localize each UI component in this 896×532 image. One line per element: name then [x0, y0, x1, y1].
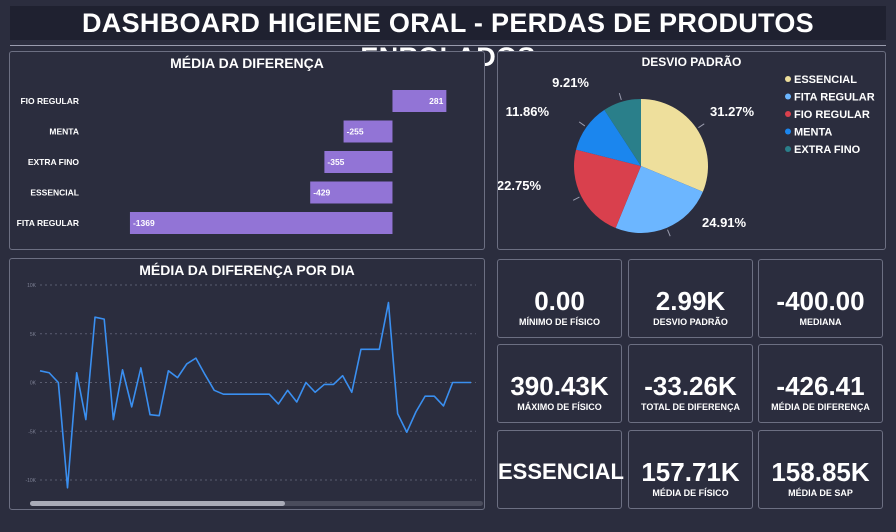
legend-marker [785, 146, 791, 152]
legend-label: MENTA [794, 127, 832, 139]
kpi-label: DESVIO PADRÃO [653, 317, 728, 327]
kpi-label: MÉDIA DE DIFERENÇA [771, 402, 870, 412]
y-tick-label: 5K [30, 332, 37, 338]
legend-marker [785, 128, 791, 135]
data-label: -1369 [133, 218, 155, 228]
kpi-label: MÁXIMO DE FÍSICO [517, 402, 602, 412]
kpi-label: MEDIANA [799, 317, 842, 327]
leader-line [572, 196, 580, 201]
slice-label: 31.27% [710, 104, 755, 119]
kpi-card-media-sap: 158.85K MÉDIA DE SAP [758, 430, 883, 509]
slice-label: 22.75% [498, 178, 541, 193]
y-tick-label: 0K [30, 381, 37, 387]
bar [129, 212, 393, 234]
data-label: -355 [327, 157, 344, 167]
y-tick-label: -5K [28, 429, 36, 435]
kpi-value: 2.99K [655, 286, 726, 316]
category-label: FITA REGULAR [17, 218, 79, 228]
leader-line [667, 229, 671, 237]
kpi-card-produto: ESSENCIAL [497, 430, 624, 509]
series-line [39, 301, 471, 489]
kpi-value: -400.00 [776, 286, 865, 316]
legend-label: FITA REGULAR [794, 92, 875, 104]
y-tick-label: -10K [25, 478, 36, 484]
category-label: MENTA [49, 127, 79, 137]
kpi-card-media-fisico: 157.71K MÉDIA DE FÍSICO [628, 430, 753, 509]
slice-label: 9.21% [552, 75, 589, 90]
legend-label: FIO REGULAR [794, 109, 870, 121]
category-label: ESSENCIAL [30, 188, 79, 198]
kpi-label: TOTAL DE DIFERENÇA [640, 402, 740, 412]
legend-marker [785, 111, 791, 117]
kpi-label: MÍNIMO DE FÍSICO [519, 317, 600, 327]
leader-line [698, 123, 705, 129]
kpi-value: 157.71K [641, 457, 740, 487]
kpi-label: MÉDIA DE SAP [788, 488, 853, 498]
line-chart: 10K 5K 0K -5K -10K [25, 283, 476, 489]
kpi-value: 0.00 [534, 286, 585, 316]
dashboard-title: DASHBOARD HIGIENE ORAL - PERDAS DE PRODU… [10, 6, 886, 72]
kpi-value: ESSENCIAL [498, 459, 624, 484]
kpi-card-mediana: -400.00 MEDIANA [758, 259, 883, 338]
horizontal-scrollbar[interactable] [30, 501, 483, 506]
category-label: FIO REGULAR [20, 96, 79, 106]
pie-chart: 31.27% 24.91% 22.75% 11.86%9.21% ESSENCIAL FI… [498, 74, 875, 237]
legend-label: EXTRA FINO [794, 144, 861, 156]
slice-label: 24.91% [702, 215, 747, 230]
scrollbar-thumb[interactable] [30, 501, 285, 506]
data-label: 281 [429, 96, 443, 106]
legend-marker [785, 93, 791, 100]
bar-chart-panel: MÉDIA DA DIFERENÇA FIO REGULAR 281 MENTA -2… [9, 51, 485, 250]
kpi-value: -426.41 [776, 371, 865, 401]
bar-chart: FIO REGULAR 281 MENTA -255 EXTRA FINO -355 ESS… [17, 90, 447, 234]
pie-chart-panel: DESVIO PADRÃO 31.27% 24.91% 22.75% 11.86% 9.… [497, 51, 886, 250]
legend-marker [785, 76, 791, 82]
line-chart-panel: MÉDIA DA DIFERENÇA POR DIA 10K 5K 0K -5K -10… [9, 258, 485, 510]
data-label: -429 [313, 188, 330, 198]
slice-label: 11.86% [506, 104, 550, 119]
kpi-card-min-fisico: 0.00 MÍNIMO DE FÍSICO [497, 259, 622, 338]
kpi-card-desvio-padrao: 2.99K DESVIO PADRÃO [628, 259, 753, 338]
kpi-label: MÉDIA DE FÍSICO [652, 488, 729, 498]
kpi-value: -33.26K [644, 371, 737, 401]
leader-line [618, 93, 622, 101]
kpi-value: 390.43K [510, 371, 609, 401]
data-label: -255 [347, 127, 364, 137]
category-label: EXTRA FINO [28, 157, 80, 167]
legend-label: ESSENCIAL [794, 74, 857, 86]
kpi-card-total-diferenca: -33.26K TOTAL DE DIFERENÇA [628, 344, 753, 423]
leader-line [578, 121, 586, 127]
title-divider [10, 45, 886, 46]
kpi-card-media-diferenca: -426.41 MÉDIA DE DIFERENÇA [758, 344, 883, 423]
kpi-card-max-fisico: 390.43K MÁXIMO DE FÍSICO [497, 344, 622, 423]
kpi-value: 158.85K [771, 457, 870, 487]
y-tick-label: 10K [27, 283, 37, 289]
